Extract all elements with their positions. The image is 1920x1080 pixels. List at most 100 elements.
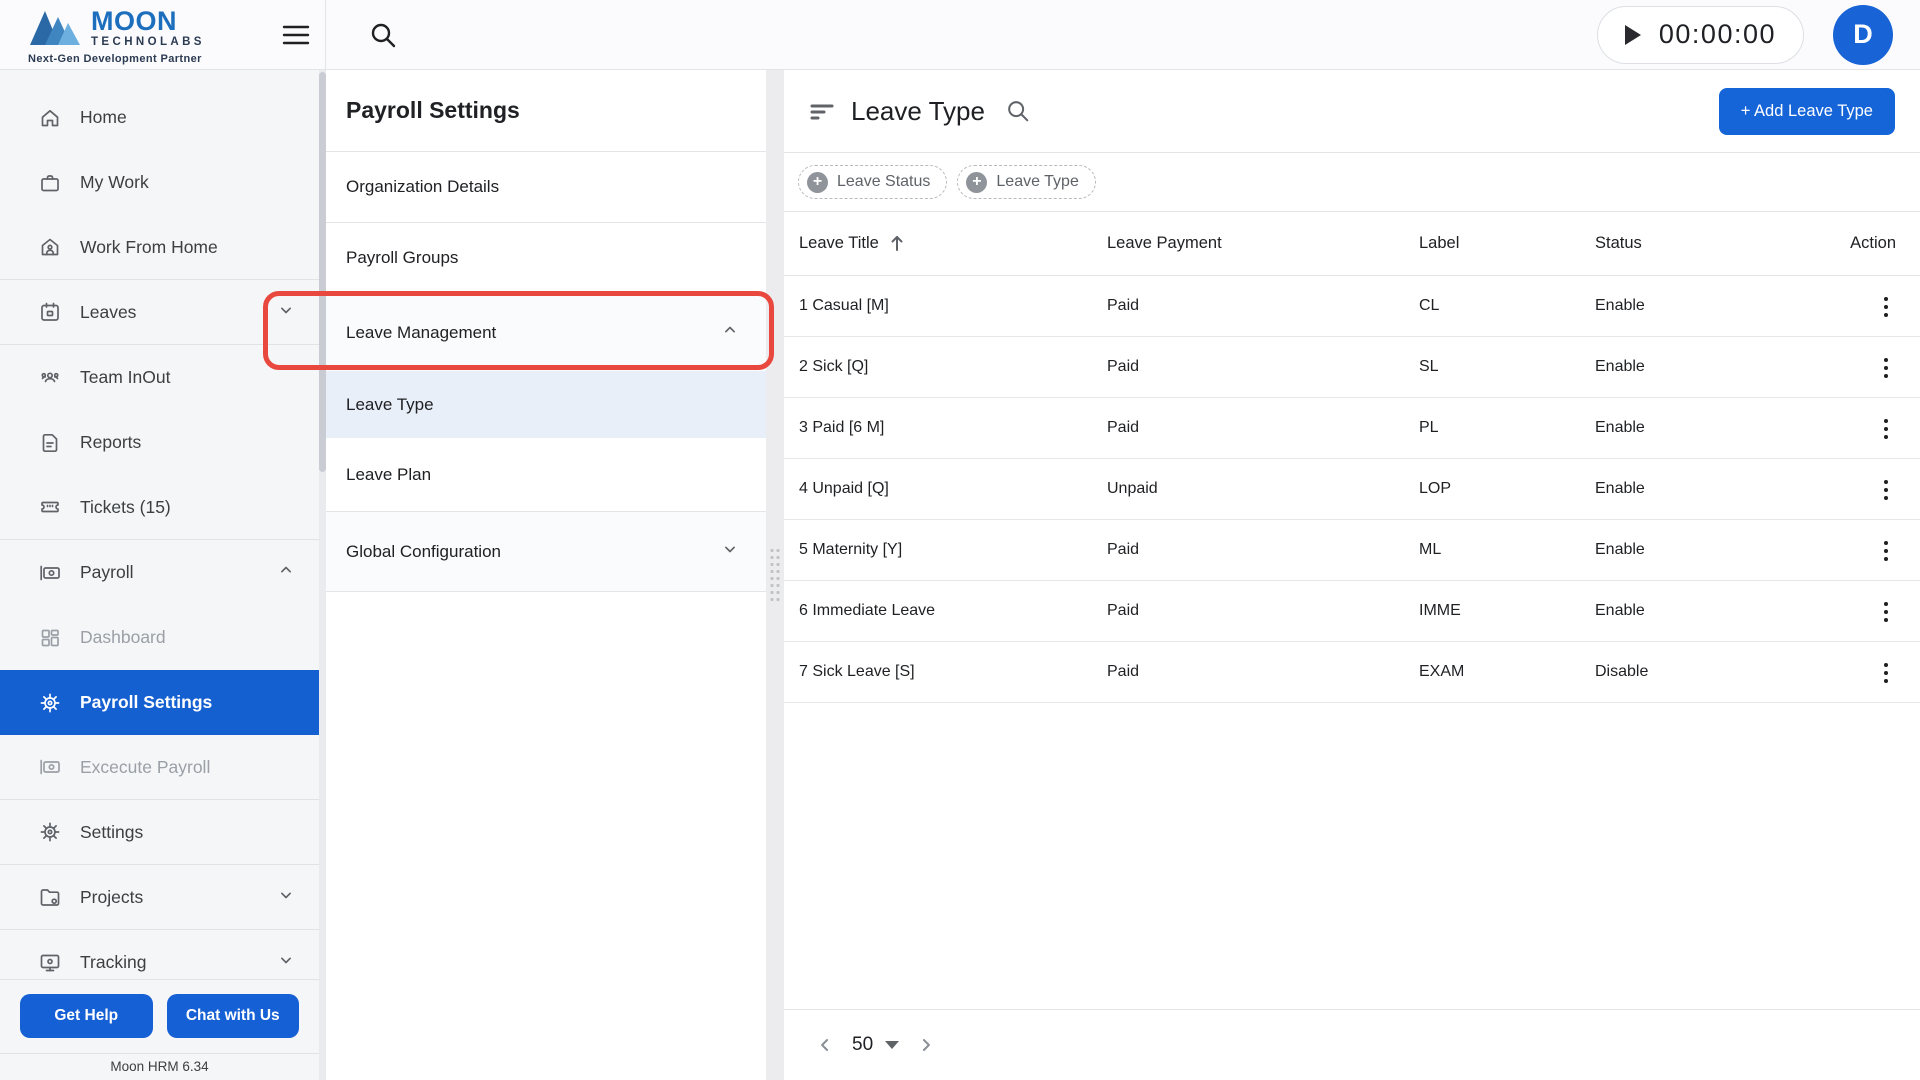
sidebar-item-settings[interactable]: Settings — [0, 800, 326, 865]
gear-icon — [38, 820, 62, 844]
panel-item-organization-details[interactable]: Organization Details — [326, 152, 766, 223]
filter-chip-leave-status[interactable]: + Leave Status — [798, 165, 947, 199]
cell-label: LOP — [1419, 458, 1595, 519]
cell-label: SL — [1419, 336, 1595, 397]
cell-status: Enable — [1595, 580, 1805, 641]
sidebar-item-reports[interactable]: Reports — [0, 410, 326, 475]
cell-leave-payment: Paid — [1107, 336, 1419, 397]
row-actions-kebab-icon[interactable] — [1876, 413, 1897, 446]
play-icon[interactable] — [1625, 25, 1641, 45]
sidebar-item-work-from-home[interactable]: Work From Home — [0, 215, 326, 280]
logo-title: MOON — [91, 8, 205, 35]
report-document-icon — [38, 431, 62, 455]
filter-list-icon[interactable] — [809, 98, 835, 124]
sidebar-item-projects[interactable]: Projects — [0, 865, 326, 930]
panel-item-leave-type[interactable]: Leave Type — [326, 371, 766, 438]
panel-item-global-configuration[interactable]: Global Configuration — [326, 512, 766, 592]
cell-label: IMME — [1419, 580, 1595, 641]
work-from-home-icon — [38, 235, 62, 259]
row-actions-kebab-icon[interactable] — [1876, 474, 1897, 507]
chat-with-us-button[interactable]: Chat with Us — [167, 994, 300, 1038]
page-size-select[interactable]: 50 — [852, 1034, 899, 1056]
cell-leave-title: 3 Paid [6 M] — [784, 397, 1107, 458]
table-search-icon[interactable] — [1005, 98, 1031, 124]
header-leave-payment[interactable]: Leave Payment — [1107, 212, 1419, 275]
chevron-down-icon — [276, 300, 296, 325]
hamburger-menu-icon[interactable] — [281, 20, 311, 50]
table-row: 6 Immediate Leave Paid IMME Enable — [784, 580, 1920, 641]
cell-leave-payment: Paid — [1107, 275, 1419, 336]
row-actions-kebab-icon[interactable] — [1876, 535, 1897, 568]
sidebar-footer: Get Help Chat with Us Moon HRM 6.34 — [0, 979, 319, 1080]
sidebar-item-tickets[interactable]: Tickets (15) — [0, 475, 326, 540]
panel-item-leave-plan[interactable]: Leave Plan — [326, 438, 766, 512]
scrollbar-thumb[interactable] — [319, 72, 326, 472]
table-row: 5 Maternity [Y] Paid ML Enable — [784, 519, 1920, 580]
leave-type-table: Leave Title Leave Payment Label Status A… — [784, 212, 1920, 703]
sidebar-nav: Home My Work Work From Home Leaves Team … — [0, 70, 326, 1080]
next-page-icon[interactable] — [916, 1035, 936, 1055]
chevron-down-icon — [276, 885, 296, 910]
table-row: 7 Sick Leave [S] Paid EXAM Disable — [784, 641, 1920, 702]
time-tracker[interactable]: 00:00:00 — [1597, 6, 1804, 64]
plus-circle-icon: + — [966, 172, 987, 193]
filter-chip-leave-type[interactable]: + Leave Type — [957, 165, 1095, 199]
row-actions-kebab-icon[interactable] — [1876, 657, 1897, 690]
top-bar: MOON TECHNOLABS Next-Gen Development Par… — [0, 0, 1920, 70]
pagination-bar: 50 — [784, 1009, 1920, 1080]
page-title: Leave Type — [851, 96, 985, 127]
header-label[interactable]: Label — [1419, 212, 1595, 275]
sidebar-scrollbar[interactable] — [319, 70, 326, 1080]
cell-leave-payment: Paid — [1107, 641, 1419, 702]
dashboard-icon — [38, 626, 62, 650]
header-action: Action — [1805, 212, 1920, 275]
get-help-button[interactable]: Get Help — [20, 994, 153, 1038]
sidebar-item-execute-payroll[interactable]: Excecute Payroll — [0, 735, 326, 800]
table-row: 3 Paid [6 M] Paid PL Enable — [784, 397, 1920, 458]
global-search-icon[interactable] — [368, 20, 398, 50]
plus-circle-icon: + — [807, 172, 828, 193]
cell-leave-payment: Paid — [1107, 519, 1419, 580]
tracking-monitor-icon — [38, 951, 62, 975]
previous-page-icon[interactable] — [815, 1035, 835, 1055]
resizer-grip-icon[interactable] — [771, 549, 780, 607]
briefcase-icon — [38, 171, 62, 195]
table-row: 1 Casual [M] Paid CL Enable — [784, 275, 1920, 336]
main-header: Leave Type + Add Leave Type — [784, 70, 1920, 153]
cell-leave-title: 5 Maternity [Y] — [784, 519, 1107, 580]
header-status[interactable]: Status — [1595, 212, 1805, 275]
panel-item-leave-management[interactable]: Leave Management — [326, 294, 766, 371]
caret-down-icon — [885, 1041, 899, 1049]
cell-leave-title: 4 Unpaid [Q] — [784, 458, 1107, 519]
sidebar-item-team-inout[interactable]: Team InOut — [0, 345, 326, 410]
sidebar-item-my-work[interactable]: My Work — [0, 150, 326, 215]
header-leave-title[interactable]: Leave Title — [784, 212, 1107, 275]
cell-status: Enable — [1595, 519, 1805, 580]
execute-payroll-icon — [38, 755, 62, 779]
user-avatar[interactable]: D — [1833, 5, 1893, 65]
sidebar-item-payroll[interactable]: Payroll — [0, 540, 326, 605]
sidebar-item-home[interactable]: Home — [0, 85, 326, 150]
row-actions-kebab-icon[interactable] — [1876, 596, 1897, 629]
sidebar-item-dashboard[interactable]: Dashboard — [0, 605, 326, 670]
cell-status: Enable — [1595, 275, 1805, 336]
panel-item-payroll-groups[interactable]: Payroll Groups — [326, 223, 766, 294]
add-leave-type-button[interactable]: + Add Leave Type — [1719, 88, 1895, 135]
sidebar-item-payroll-settings[interactable]: Payroll Settings — [0, 670, 326, 735]
cell-label: PL — [1419, 397, 1595, 458]
calendar-leave-icon — [38, 300, 62, 324]
sidebar-item-leaves[interactable]: Leaves — [0, 280, 326, 345]
chevron-up-icon — [720, 320, 740, 345]
cell-label: EXAM — [1419, 641, 1595, 702]
logo-section: MOON TECHNOLABS Next-Gen Development Par… — [0, 0, 326, 69]
row-actions-kebab-icon[interactable] — [1876, 352, 1897, 385]
row-actions-kebab-icon[interactable] — [1876, 291, 1897, 324]
chevron-up-icon — [276, 560, 296, 585]
app-version: Moon HRM 6.34 — [0, 1053, 319, 1080]
ticket-icon — [38, 495, 62, 519]
cell-status: Disable — [1595, 641, 1805, 702]
table-header-row: Leave Title Leave Payment Label Status A… — [784, 212, 1920, 275]
panel-resizer[interactable] — [766, 70, 784, 1080]
cell-leave-payment: Paid — [1107, 580, 1419, 641]
table-row: 2 Sick [Q] Paid SL Enable — [784, 336, 1920, 397]
